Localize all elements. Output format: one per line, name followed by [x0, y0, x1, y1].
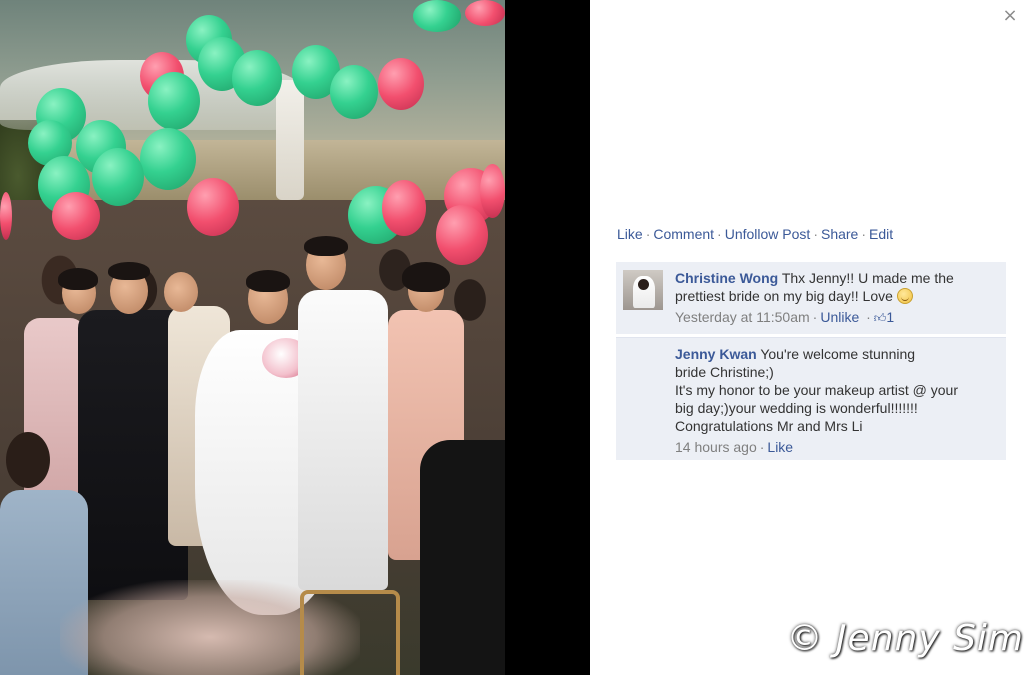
close-icon[interactable]: × — [1000, 6, 1020, 26]
green-balloon — [140, 128, 196, 190]
comment-text-line: big day;)your wedding is wonderful!!!!!!… — [675, 400, 918, 416]
father-hair — [108, 262, 150, 280]
comment-author[interactable]: Jenny Kwan — [675, 346, 757, 362]
green-balloon — [148, 72, 200, 130]
comment-panel: × Like · Comment · Unfollow Post · Share · Edit … — [590, 0, 1024, 675]
green-balloon — [92, 148, 144, 206]
separator: · — [812, 309, 818, 325]
wedding-photo — [0, 0, 505, 675]
copyright-watermark: © Jenny Sim — [786, 618, 1024, 659]
pink-balloon — [465, 0, 505, 26]
unfollow-post-link[interactable]: Unfollow Post — [725, 226, 811, 242]
photographer-head — [6, 432, 50, 488]
comment-text-line: Congratulations Mr and Mrs Li — [675, 418, 863, 434]
groom-hair — [304, 236, 348, 256]
gold-chair — [300, 590, 400, 675]
comment-body: Christine Wong Thx Jenny!! U made me the… — [675, 269, 1000, 327]
comment-timestamp[interactable]: 14 hours ago — [675, 439, 757, 455]
separator: · — [645, 226, 651, 242]
comment-item: Jenny Kwan You're welcome stunning bride… — [616, 337, 1006, 460]
guest-hair — [402, 262, 450, 292]
comment-text-block: Jenny Kwan You're welcome stunning bride… — [675, 345, 1000, 435]
comment-text-block: Christine Wong Thx Jenny!! U made me the… — [675, 269, 1000, 305]
photo-stage — [0, 0, 590, 675]
camera-operator — [420, 440, 505, 675]
bride-hair — [246, 270, 290, 292]
comment-text-line: You're welcome stunning — [760, 346, 916, 362]
pink-balloon — [0, 192, 12, 240]
comment-text-line: bride Christine;) — [675, 364, 774, 380]
pink-balloon — [480, 164, 505, 218]
pink-balloon — [378, 58, 424, 110]
green-balloon — [330, 65, 378, 119]
green-balloon — [232, 50, 282, 106]
thumbs-up-icon[interactable]: 👍︎ — [874, 309, 887, 327]
pink-balloon — [382, 180, 426, 236]
guest-hair — [58, 268, 98, 290]
separator: · — [759, 439, 765, 455]
comment-item: Christine Wong Thx Jenny!! U made me the… — [616, 262, 1006, 334]
smile-emoji-icon — [896, 288, 913, 304]
like-link[interactable]: Like — [617, 226, 643, 242]
comment-author[interactable]: Christine Wong — [675, 270, 778, 286]
comment-timestamp[interactable]: Yesterday at 11:50am — [675, 309, 810, 325]
separator: · — [866, 309, 871, 325]
separator: · — [861, 226, 867, 242]
avatar[interactable] — [623, 270, 663, 310]
comment-body: Jenny Kwan You're welcome stunning bride… — [675, 345, 1000, 456]
like-count[interactable]: 1 — [886, 309, 894, 325]
share-link[interactable]: Share — [821, 226, 858, 242]
pink-balloon — [52, 192, 100, 240]
post-actions: Like · Comment · Unfollow Post · Share · Edit — [617, 226, 893, 242]
edit-link[interactable]: Edit — [869, 226, 893, 242]
groom-white-suit — [298, 290, 388, 590]
comment-meta: 14 hours ago · Like — [675, 438, 1000, 456]
comment-text-line: It's my honor to be your makeup artist @… — [675, 382, 959, 398]
pink-balloon — [187, 178, 239, 236]
pink-balloon — [436, 205, 488, 265]
green-balloon — [413, 0, 461, 32]
like-link[interactable]: Like — [767, 439, 793, 455]
unlike-link[interactable]: Unlike — [820, 309, 859, 325]
guest-head — [164, 272, 198, 312]
comment-meta: Yesterday at 11:50am · Unlike · 👍︎1 — [675, 308, 1000, 327]
separator: · — [717, 226, 722, 242]
comment-link[interactable]: Comment — [653, 226, 714, 242]
separator: · — [813, 226, 818, 242]
avatar-bride-hair — [638, 279, 649, 290]
flower-arch-post — [276, 80, 304, 200]
